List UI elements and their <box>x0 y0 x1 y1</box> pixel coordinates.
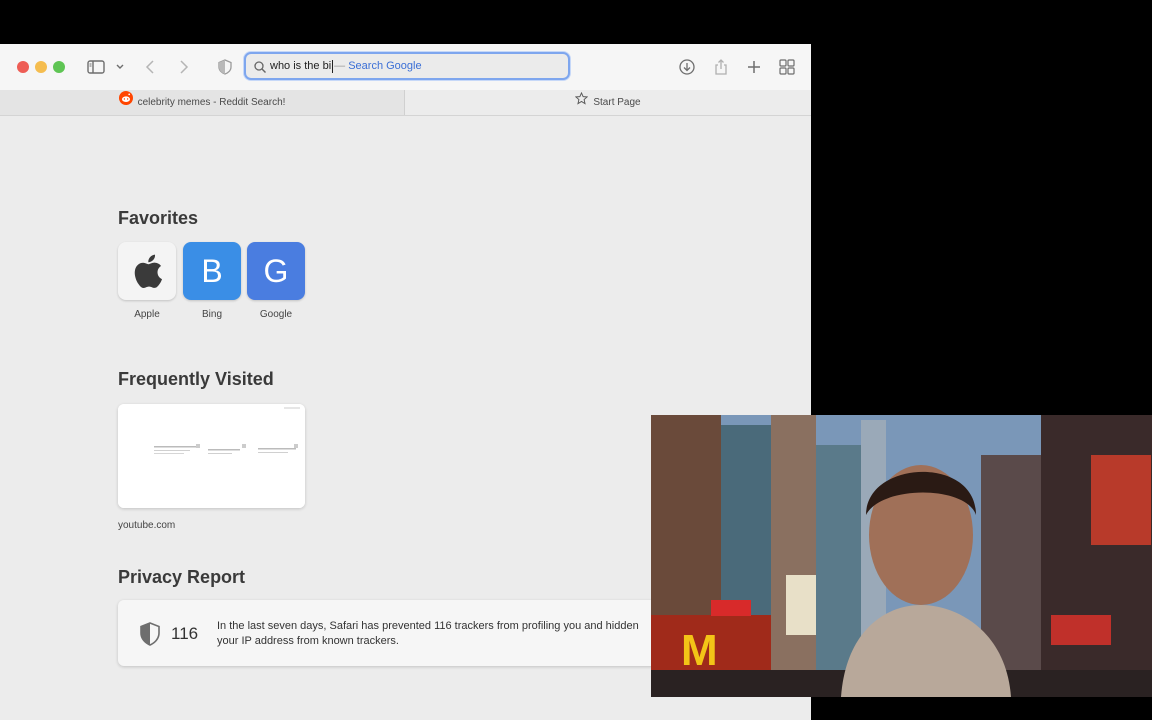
bing-letter: B <box>201 252 223 289</box>
svg-text:M: M <box>681 626 718 675</box>
address-text: who is the bi — Search Google <box>270 54 422 78</box>
search-suggestion: Search Google <box>348 60 422 72</box>
address-separator: — <box>334 60 346 72</box>
address-typed-text: who is the bi <box>270 60 332 72</box>
back-icon[interactable] <box>139 55 163 79</box>
frequently-visited-label: youtube.com <box>118 520 176 531</box>
favorite-label: Google <box>259 309 293 320</box>
webcam-video-image: M <box>651 415 1152 697</box>
tab-bar: celebrity memes - Reddit Search! Start P… <box>0 90 811 116</box>
share-icon[interactable] <box>709 55 733 79</box>
webcam-overlay: M <box>651 415 1152 697</box>
privacy-shield-icon[interactable] <box>213 55 237 79</box>
bing-tile: B <box>183 242 241 300</box>
tab-reddit-search[interactable]: celebrity memes - Reddit Search! <box>0 90 405 115</box>
address-bar[interactable]: who is the bi — Search Google <box>244 52 570 80</box>
apple-logo-icon <box>118 242 176 300</box>
privacy-description: In the last seven days, Safari has preve… <box>217 620 639 647</box>
favorite-label: Apple <box>134 309 160 320</box>
favorites-heading: Favorites <box>118 208 199 228</box>
downloads-icon[interactable] <box>675 55 699 79</box>
sidebar-toggle-icon[interactable] <box>84 55 108 79</box>
new-tab-icon[interactable] <box>742 55 766 79</box>
shield-icon <box>140 622 160 646</box>
frequently-visited-heading: Frequently Visited <box>118 369 274 389</box>
favorite-bing[interactable]: B Bing <box>183 242 241 320</box>
zoom-window-button[interactable] <box>53 61 65 73</box>
tab-title: Start Page <box>593 97 641 109</box>
forward-icon[interactable] <box>171 55 195 79</box>
tracker-count: 116 <box>171 624 199 643</box>
favorite-google[interactable]: G Google <box>247 242 305 320</box>
chevron-down-icon[interactable] <box>108 55 132 79</box>
minimize-window-button[interactable] <box>35 61 47 73</box>
tab-overview-icon[interactable] <box>775 55 799 79</box>
search-icon <box>253 60 267 74</box>
google-letter: G <box>263 252 289 289</box>
favorite-label: Bing <box>201 309 222 320</box>
favorite-apple[interactable]: Apple <box>118 242 176 320</box>
privacy-report-card[interactable]: 116 In the last seven days, Safari has p… <box>118 600 678 666</box>
google-tile: G <box>247 242 305 300</box>
tab-title: celebrity memes - Reddit Search! <box>137 97 286 109</box>
tab-start-page[interactable]: Start Page <box>405 90 811 115</box>
reddit-icon <box>118 90 133 115</box>
frequently-visited-youtube[interactable] <box>118 404 305 508</box>
privacy-report-heading: Privacy Report <box>118 567 246 587</box>
page-thumbnail <box>118 404 305 508</box>
toolbar: who is the bi — Search Google <box>0 44 811 91</box>
close-window-button[interactable] <box>17 61 29 73</box>
star-icon <box>575 90 589 115</box>
text-caret <box>332 59 334 73</box>
